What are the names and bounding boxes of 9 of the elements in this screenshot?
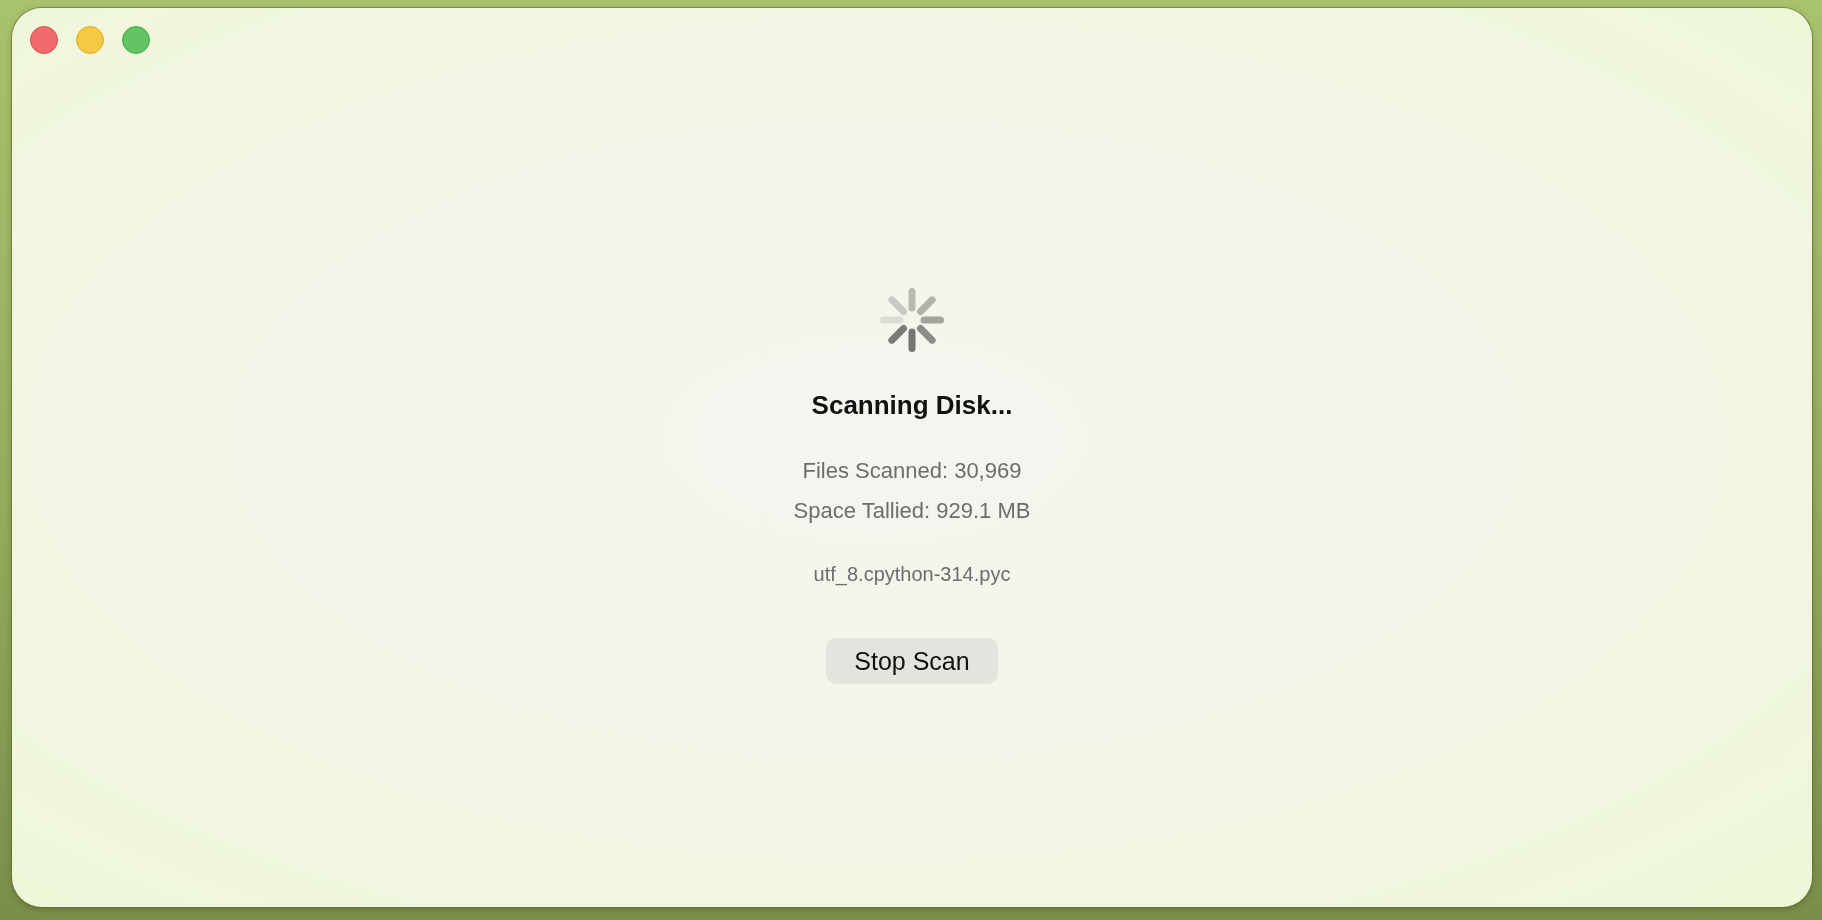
scan-stat: Files Scanned: 30,969 bbox=[802, 457, 1022, 485]
close-button[interactable] bbox=[30, 26, 58, 54]
scan-title: Scanning Disk... bbox=[811, 389, 1013, 421]
zoom-button[interactable] bbox=[122, 26, 150, 54]
spinner-icon bbox=[880, 288, 944, 352]
current-file-name: utf_8.cpython-314.pyc bbox=[813, 562, 1011, 587]
stop-scan-button[interactable]: Stop Scan bbox=[826, 638, 998, 684]
minimize-button[interactable] bbox=[76, 26, 104, 54]
scan-stat: Space Tallied: 929.1 MB bbox=[793, 497, 1031, 525]
